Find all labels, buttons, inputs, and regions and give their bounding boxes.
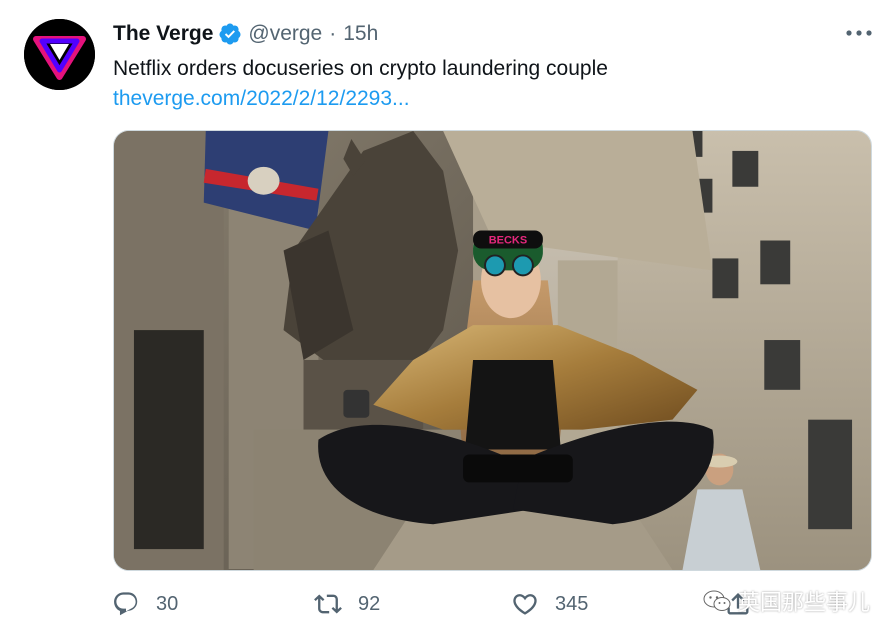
like-count: 345 [555,592,589,615]
verge-logo-icon [24,19,95,90]
reply-count: 30 [156,592,179,615]
hat-text: BECKS [489,234,527,246]
retweet-icon [314,594,342,614]
retweet-button[interactable]: 92 [314,590,380,618]
more-button[interactable] [844,22,874,44]
photo: BECKS [114,131,871,570]
tweet-link[interactable]: theverge.com/2022/2/12/2293... [113,85,410,112]
avatar[interactable] [24,19,95,90]
watermark: 英国那些事儿 [702,585,870,617]
watermark-text: 英国那些事儿 [738,590,871,615]
separator-dot: · [329,22,337,45]
tweet-actions: 30 92 345 [112,590,752,626]
heart-icon [513,594,537,615]
more-icon [846,30,872,36]
reply-button[interactable]: 30 [112,590,178,618]
like-button[interactable]: 345 [511,590,588,618]
retweet-count: 92 [358,592,381,615]
tweet-timestamp[interactable]: 15h [343,22,378,46]
verified-badge-icon [219,23,241,45]
account-name[interactable]: The Verge [113,22,213,46]
wechat-icon [703,590,731,611]
account-handle[interactable]: @verge [248,22,322,46]
tweet-media-image[interactable]: BECKS [113,130,872,571]
reply-icon [114,592,138,616]
tweet-text: Netflix orders docuseries on crypto laun… [113,57,608,80]
tweet-header: The Verge @verge · 15h [113,20,378,48]
